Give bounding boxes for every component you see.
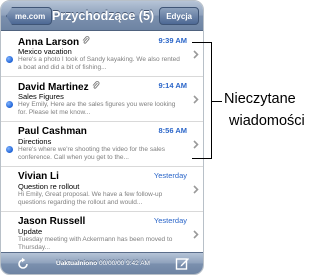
refresh-icon[interactable]	[15, 256, 31, 272]
iphone-mail-screen: me.com Przychodzące (5) Edycja Anna Lars…	[0, 0, 204, 275]
message-row[interactable]: Vivian Li Yesterday Question re rollout Hi …	[1, 167, 203, 212]
message-preview: Hey Emily, Here are the sales figures yo…	[18, 101, 176, 116]
message-row[interactable]: Paul Cashman 8:56 AM Directions Here's wher…	[1, 122, 203, 167]
chevron-right-icon	[193, 185, 199, 197]
edit-button[interactable]: Edycja	[159, 7, 199, 25]
callout-line-2: wiadomości	[229, 113, 305, 129]
message-time: 9:39 AM	[158, 36, 187, 45]
paperclip-icon	[82, 36, 90, 47]
message-subject: Mexico vacation	[18, 47, 72, 56]
sender-name: Vivian Li	[18, 171, 59, 182]
message-subject: Update	[18, 227, 43, 236]
compose-icon[interactable]	[175, 256, 191, 272]
message-time: 9:14 AM	[158, 81, 187, 90]
message-row[interactable]: Anna Larson 9:39 AM Mexico vacation Here's …	[1, 32, 203, 77]
bracket-leader-line	[212, 101, 222, 102]
message-row[interactable]: David Martinez 9:14 AM Sales Figures Hey Em…	[1, 77, 203, 122]
chevron-right-icon	[193, 230, 199, 242]
updated-time: 00/00/00 9:42 AM	[99, 260, 150, 267]
callout-label: Nieczytane wiadomości	[224, 88, 321, 132]
message-subject: Directions	[18, 137, 52, 146]
paperclip-icon	[92, 81, 100, 92]
unread-dot-icon	[6, 56, 13, 63]
message-sender: Paul Cashman	[18, 126, 87, 137]
bottom-toolbar: Uaktualniono 00/00/00 9:42 AM	[1, 252, 203, 274]
unread-bracket	[192, 42, 212, 159]
message-preview: Here's a photo I took of Sandy kayaking.…	[18, 56, 180, 71]
message-time: 8:56 AM	[158, 126, 187, 135]
unread-dot-icon	[6, 101, 13, 108]
message-list: Anna Larson 9:39 AM Mexico vacation Here's …	[1, 32, 203, 257]
callout-line-1: Nieczytane	[224, 91, 296, 107]
unread-dot-icon	[6, 146, 13, 153]
updated-label: Uaktualniono	[56, 260, 98, 267]
message-row[interactable]: Jason Russell Yesterday Update Tuesday meet…	[1, 212, 203, 257]
message-time: Yesterday	[153, 216, 187, 225]
message-subject: Question re rollout	[18, 182, 80, 191]
navigation-bar: me.com Przychodzące (5) Edycja	[1, 1, 203, 31]
page-title: Przychodzące (5)	[51, 9, 155, 23]
message-preview: Tuesday meeting with Ackermann has been …	[18, 236, 173, 251]
message-time: Yesterday	[153, 171, 187, 180]
message-preview: Hi Emily, Great proposal. We have a few …	[18, 191, 163, 206]
message-sender: Vivian Li	[18, 171, 59, 182]
sender-name: Paul Cashman	[18, 126, 87, 137]
stage: me.com Przychodzące (5) Edycja Anna Lars…	[0, 0, 321, 275]
message-preview: Here's where we're shooting the video fo…	[18, 146, 166, 161]
updated-status: Uaktualniono 00/00/00 9:42 AM	[41, 253, 165, 274]
sender-name: Jason Russell	[18, 216, 86, 227]
message-subject: Sales Figures	[18, 92, 64, 101]
message-sender: Jason Russell	[18, 216, 85, 227]
